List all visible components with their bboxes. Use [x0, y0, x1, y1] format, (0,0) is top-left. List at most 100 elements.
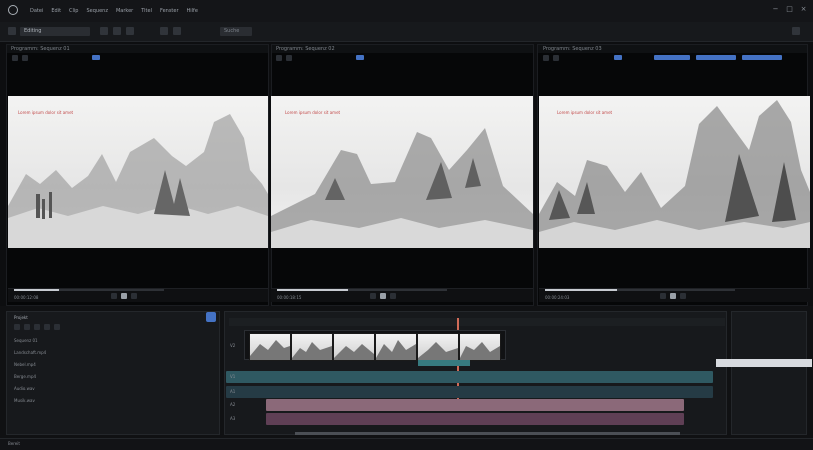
properties-value-bar[interactable] [716, 359, 812, 367]
viewer-1-progress[interactable] [14, 289, 164, 291]
viewer-1-landscape-art [8, 114, 268, 248]
project-highlight-icon[interactable] [206, 312, 216, 322]
track-label-a2: A2 [230, 402, 236, 407]
viewer-2-badge [356, 55, 364, 60]
project-list: Sequenz 01 Landschaft.mp4 Nebel.mp4 Berg… [10, 338, 216, 428]
video-thumbnail[interactable] [459, 333, 501, 361]
project-list-view-icon[interactable] [44, 324, 50, 330]
menu-item-file[interactable]: Datei [30, 8, 43, 14]
timeline-scrollbar[interactable] [295, 432, 680, 435]
workspace-label: Editing [24, 28, 42, 34]
viewer-3-video-frame: Lorem ipsum dolor sit amet [539, 96, 810, 248]
viewer-3-play-icon[interactable] [670, 293, 676, 299]
viewer-3-zoom-icon[interactable] [553, 55, 559, 61]
viewer-2-prev-icon[interactable] [370, 293, 376, 299]
split-icon[interactable] [160, 27, 168, 35]
audio-track-a1[interactable] [226, 386, 713, 398]
viewer-1-play-icon[interactable] [121, 293, 127, 299]
status-bar [0, 438, 813, 450]
track-label-v2: V2 [230, 343, 236, 348]
viewer-1-title: Programm: Sequenz 01 [11, 46, 70, 52]
viewer-1-next-icon[interactable] [131, 293, 137, 299]
close-icon[interactable]: × [799, 5, 808, 14]
project-search-icon[interactable] [34, 324, 40, 330]
viewer-3-progress[interactable] [545, 289, 735, 291]
video-thumbnail[interactable] [291, 333, 333, 361]
viewer-1-menu-icon[interactable] [12, 55, 18, 61]
audio-track-a2[interactable] [266, 399, 684, 411]
maximize-icon[interactable]: □ [785, 5, 794, 14]
viewer-3-timecode: 00:00:24:03 [545, 295, 570, 300]
app-logo-icon [8, 5, 18, 15]
workspace-selector[interactable]: Editing [20, 27, 90, 36]
viewer-2-timecode: 00:00:18:15 [277, 295, 302, 300]
viewer-2-landscape-art [271, 128, 533, 248]
menu-item-marker[interactable]: Marker [116, 8, 133, 14]
viewer-3-next-icon[interactable] [680, 293, 686, 299]
viewer-3-badge-4 [742, 55, 782, 60]
viewer-3-menu-icon[interactable] [543, 55, 549, 61]
track-label-v1: V1 [230, 374, 236, 379]
timeline-ruler [229, 318, 725, 326]
menu-item-window[interactable]: Fenster [160, 8, 179, 14]
project-list-item[interactable]: Musik.wav [14, 398, 35, 403]
viewer-2-next-icon[interactable] [390, 293, 396, 299]
menu-item-title[interactable]: Titel [141, 8, 152, 14]
menu-item-sequence[interactable]: Sequenz [86, 8, 107, 14]
video-thumbnail[interactable] [333, 333, 375, 361]
search-placeholder: Suche [224, 28, 240, 34]
menu-item-clip[interactable]: Clip [69, 8, 78, 14]
viewer-2-menu-icon[interactable] [276, 55, 282, 61]
properties-panel [731, 311, 807, 435]
menu-item-help[interactable]: Hilfe [187, 8, 198, 14]
track-label-a3: A3 [230, 416, 236, 421]
project-list-item[interactable]: Nebel.mp4 [14, 362, 36, 367]
toolbar [0, 22, 813, 42]
viewer-3-landscape-art [539, 100, 810, 248]
project-list-item[interactable]: Berge.mp4 [14, 374, 36, 379]
video-thumbnail[interactable] [249, 333, 291, 361]
viewer-2-title: Programm: Sequenz 02 [276, 46, 335, 52]
viewer-1-timecode: 00:00:12:08 [14, 295, 39, 300]
project-list-item[interactable]: Audio.wav [14, 386, 35, 391]
clip-marker[interactable] [418, 360, 470, 366]
status-text: Bereit [8, 441, 20, 446]
step-forward-icon[interactable] [126, 27, 134, 35]
viewer-1-prev-icon[interactable] [111, 293, 117, 299]
viewer-3-badge-3 [696, 55, 736, 60]
play-icon[interactable] [100, 27, 108, 35]
home-icon[interactable] [8, 27, 16, 35]
grid-icon[interactable] [792, 27, 800, 35]
project-new-item-icon[interactable] [14, 324, 20, 330]
viewer-1-zoom-icon[interactable] [22, 55, 28, 61]
video-track-v1[interactable] [226, 371, 713, 383]
viewer-1-video-frame: Lorem ipsum dolor sit amet [8, 96, 268, 248]
minimize-icon[interactable]: − [771, 5, 780, 14]
viewer-3-badge-2 [654, 55, 690, 60]
project-panel-title: Projekt [14, 315, 28, 320]
viewer-3-overlay-text: Lorem ipsum dolor sit amet [557, 110, 613, 115]
video-thumbnails-track [244, 330, 506, 361]
menu-bar: Datei Edit Clip Sequenz Marker Titel Fen… [30, 6, 198, 16]
viewer-2-video-frame: Lorem ipsum dolor sit amet [271, 96, 533, 248]
viewer-1-overlay-text: Lorem ipsum dolor sit amet [18, 110, 74, 115]
viewer-3-badge [614, 55, 622, 60]
viewer-3-title: Programm: Sequenz 03 [543, 46, 602, 52]
project-folder-icon[interactable] [24, 324, 30, 330]
video-thumbnail[interactable] [375, 333, 417, 361]
viewer-3-prev-icon[interactable] [660, 293, 666, 299]
step-back-icon[interactable] [113, 27, 121, 35]
track-label-a1: A1 [230, 389, 236, 394]
viewer-2-progress[interactable] [277, 289, 447, 291]
viewer-2-overlay-text: Lorem ipsum dolor sit amet [285, 110, 341, 115]
video-thumbnail[interactable] [417, 333, 459, 361]
link-icon[interactable] [173, 27, 181, 35]
project-icon-view-icon[interactable] [54, 324, 60, 330]
project-list-item[interactable]: Landschaft.mp4 [14, 350, 46, 355]
audio-track-a3[interactable] [266, 413, 684, 425]
search-field[interactable]: Suche [220, 27, 252, 36]
viewer-2-zoom-icon[interactable] [286, 55, 292, 61]
project-list-item[interactable]: Sequenz 01 [14, 338, 38, 343]
viewer-2-play-icon[interactable] [380, 293, 386, 299]
menu-item-edit[interactable]: Edit [51, 8, 61, 14]
